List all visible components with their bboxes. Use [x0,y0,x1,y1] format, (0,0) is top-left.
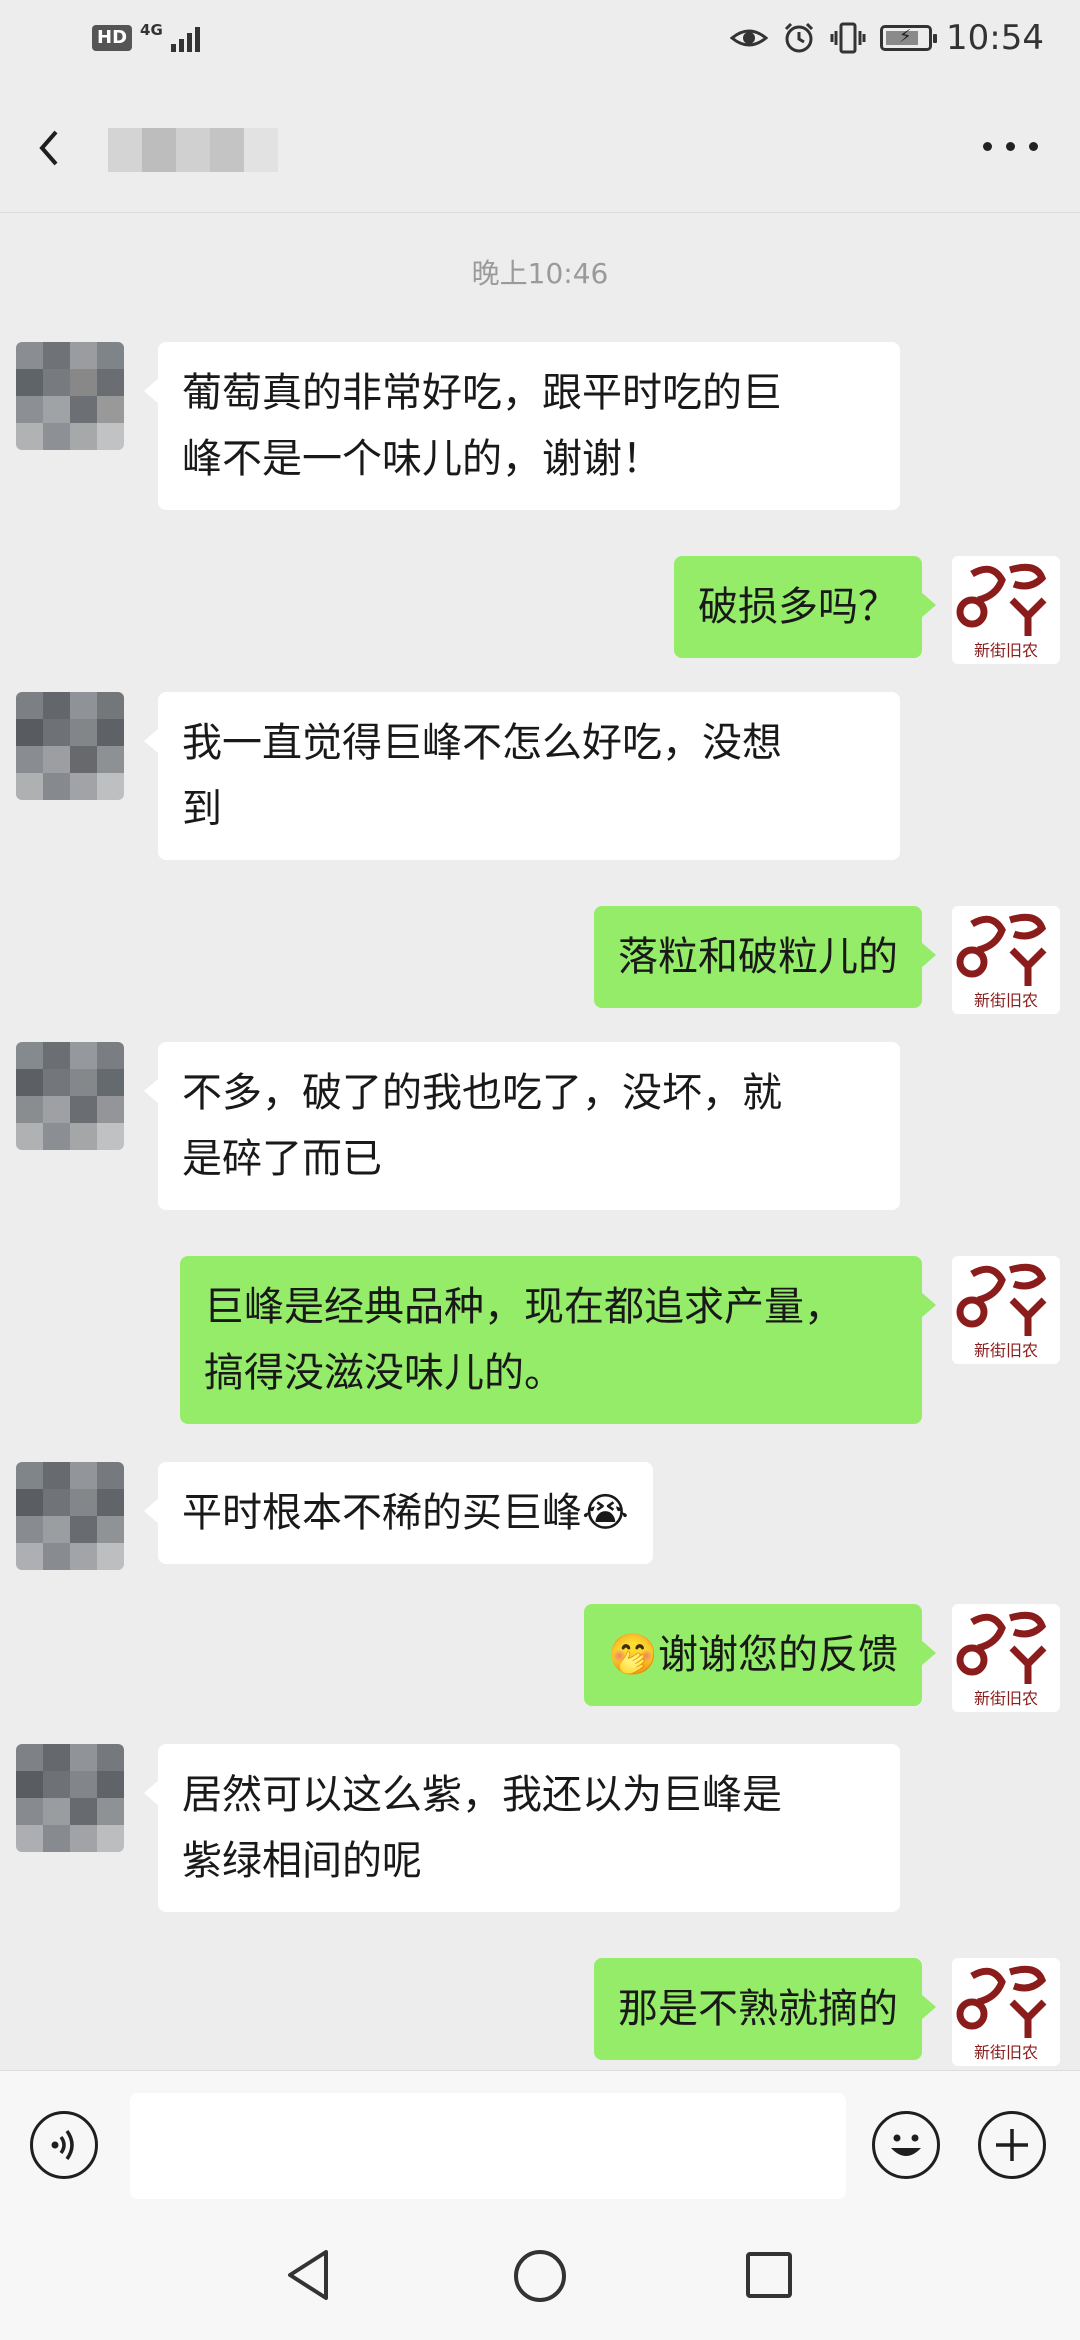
message-line: 到 [182,786,222,832]
status-bar: HD 4G ⚡ 10:54 [0,0,1080,84]
store-logo-avatar[interactable]: 新街旧农 [952,1958,1060,2066]
store-logo-caption: 新街旧农 [974,991,1038,1010]
hd-badge: HD [92,25,133,51]
store-logo-icon: 新街旧农 [956,1263,1047,1360]
store-logo-caption: 新街旧农 [974,2043,1038,2062]
chevron-left-icon[interactable] [30,124,70,172]
chat-header [0,84,1080,213]
eye-icon [730,29,769,47]
message-line: 是碎了而已 [182,1136,382,1182]
avatar[interactable] [16,692,124,800]
nav-back-icon[interactable] [282,2246,334,2304]
message-line: 那是不熟就摘的 [618,1986,898,2032]
signal-icon [170,24,200,52]
outgoing-message[interactable]: 🤭谢谢您的反馈 [584,1604,936,1706]
store-logo-caption: 新街旧农 [974,641,1038,660]
store-logo-caption: 新街旧农 [974,1689,1038,1708]
ellipsis-icon[interactable] [983,142,1038,151]
voice-button[interactable] [30,2111,98,2179]
shy-face-icon: 🤭 [608,1632,658,1678]
nav-home-icon[interactable] [514,2250,566,2302]
crying-face-icon: 😭 [582,1490,629,1536]
message-text: 谢谢您的反馈 [658,1632,898,1678]
outgoing-message[interactable]: 落粒和破粒儿的 [594,906,936,1008]
status-time: 10:54 [946,18,1044,58]
avatar[interactable] [16,1462,124,1570]
message-line: 葡萄真的非常好吃，跟平时吃的巨 [182,370,782,416]
incoming-message[interactable]: 我一直觉得巨峰不怎么好吃，没想 到 [144,692,900,860]
incoming-message[interactable]: 居然可以这么紫，我还以为巨峰是 紫绿相间的呢 [144,1744,900,1912]
message-line: 搞得没滋没味儿的。 [204,1350,564,1396]
message-line: 峰不是一个味儿的，谢谢！ [182,436,662,482]
smiley-icon [891,2134,921,2156]
contact-name-blurred [108,128,278,172]
message-input[interactable] [130,2093,846,2199]
message-timestamp: 晚上10:46 [471,257,609,290]
store-logo-avatar[interactable]: 新街旧农 [952,906,1060,1014]
incoming-message[interactable]: 葡萄真的非常好吃，跟平时吃的巨 峰不是一个味儿的，谢谢！ [144,342,900,510]
outgoing-message[interactable]: 那是不熟就摘的 [594,1958,936,2060]
outgoing-message[interactable]: 破损多吗？ [674,556,936,658]
message-line: 居然可以这么紫，我还以为巨峰是 [182,1772,782,1818]
vibrate-icon [830,22,866,54]
incoming-message[interactable]: 不多，破了的我也吃了，没坏，就 是碎了而已 [144,1042,900,1210]
outgoing-message[interactable]: 巨峰是经典品种，现在都追求产量， 搞得没滋没味儿的。 [180,1256,936,1424]
store-logo-icon: 新街旧农 [956,563,1047,660]
message-text: 平时根本不稀的买巨峰 [182,1490,582,1536]
nav-recents-icon[interactable] [746,2252,792,2298]
chat-area[interactable]: 晚上10:46 葡萄真的非常好吃，跟平时吃的巨 峰不是一个味儿的，谢谢！ 破损多… [0,212,1080,2070]
network-label: 4G [140,21,163,39]
avatar[interactable] [16,342,124,450]
emoji-button[interactable] [872,2111,940,2179]
voice-icon [51,2129,74,2161]
alarm-icon [784,22,814,53]
status-left: HD 4G [92,21,200,52]
store-logo-avatar[interactable]: 新街旧农 [952,1604,1060,1712]
store-logo-caption: 新街旧农 [974,1341,1038,1360]
incoming-message[interactable]: 平时根本不稀的买巨峰😭 [144,1462,653,1564]
status-right: ⚡ 10:54 [730,18,1044,58]
store-logo-avatar[interactable]: 新街旧农 [952,1256,1060,1364]
message-line: 不多，破了的我也吃了，没坏，就 [182,1070,782,1116]
plus-icon [996,2129,1028,2161]
system-nav-bar [0,2210,1080,2340]
store-logo-icon: 新街旧农 [956,913,1047,1010]
battery-icon: ⚡ [880,25,938,51]
store-logo-icon: 新街旧农 [956,1965,1047,2062]
message-line: 巨峰是经典品种，现在都追求产量， [204,1284,844,1330]
store-logo-avatar[interactable]: 新街旧农 [952,556,1060,664]
add-button[interactable] [978,2111,1046,2179]
avatar[interactable] [16,1744,124,1852]
store-logo-icon: 新街旧农 [956,1611,1047,1708]
message-line: 紫绿相间的呢 [182,1838,422,1884]
message-line: 落粒和破粒儿的 [618,934,898,980]
avatar[interactable] [16,1042,124,1150]
message-line: 我一直觉得巨峰不怎么好吃，没想 [182,720,782,766]
input-bar [0,2070,1080,2211]
message-line: 破损多吗？ [698,584,898,630]
